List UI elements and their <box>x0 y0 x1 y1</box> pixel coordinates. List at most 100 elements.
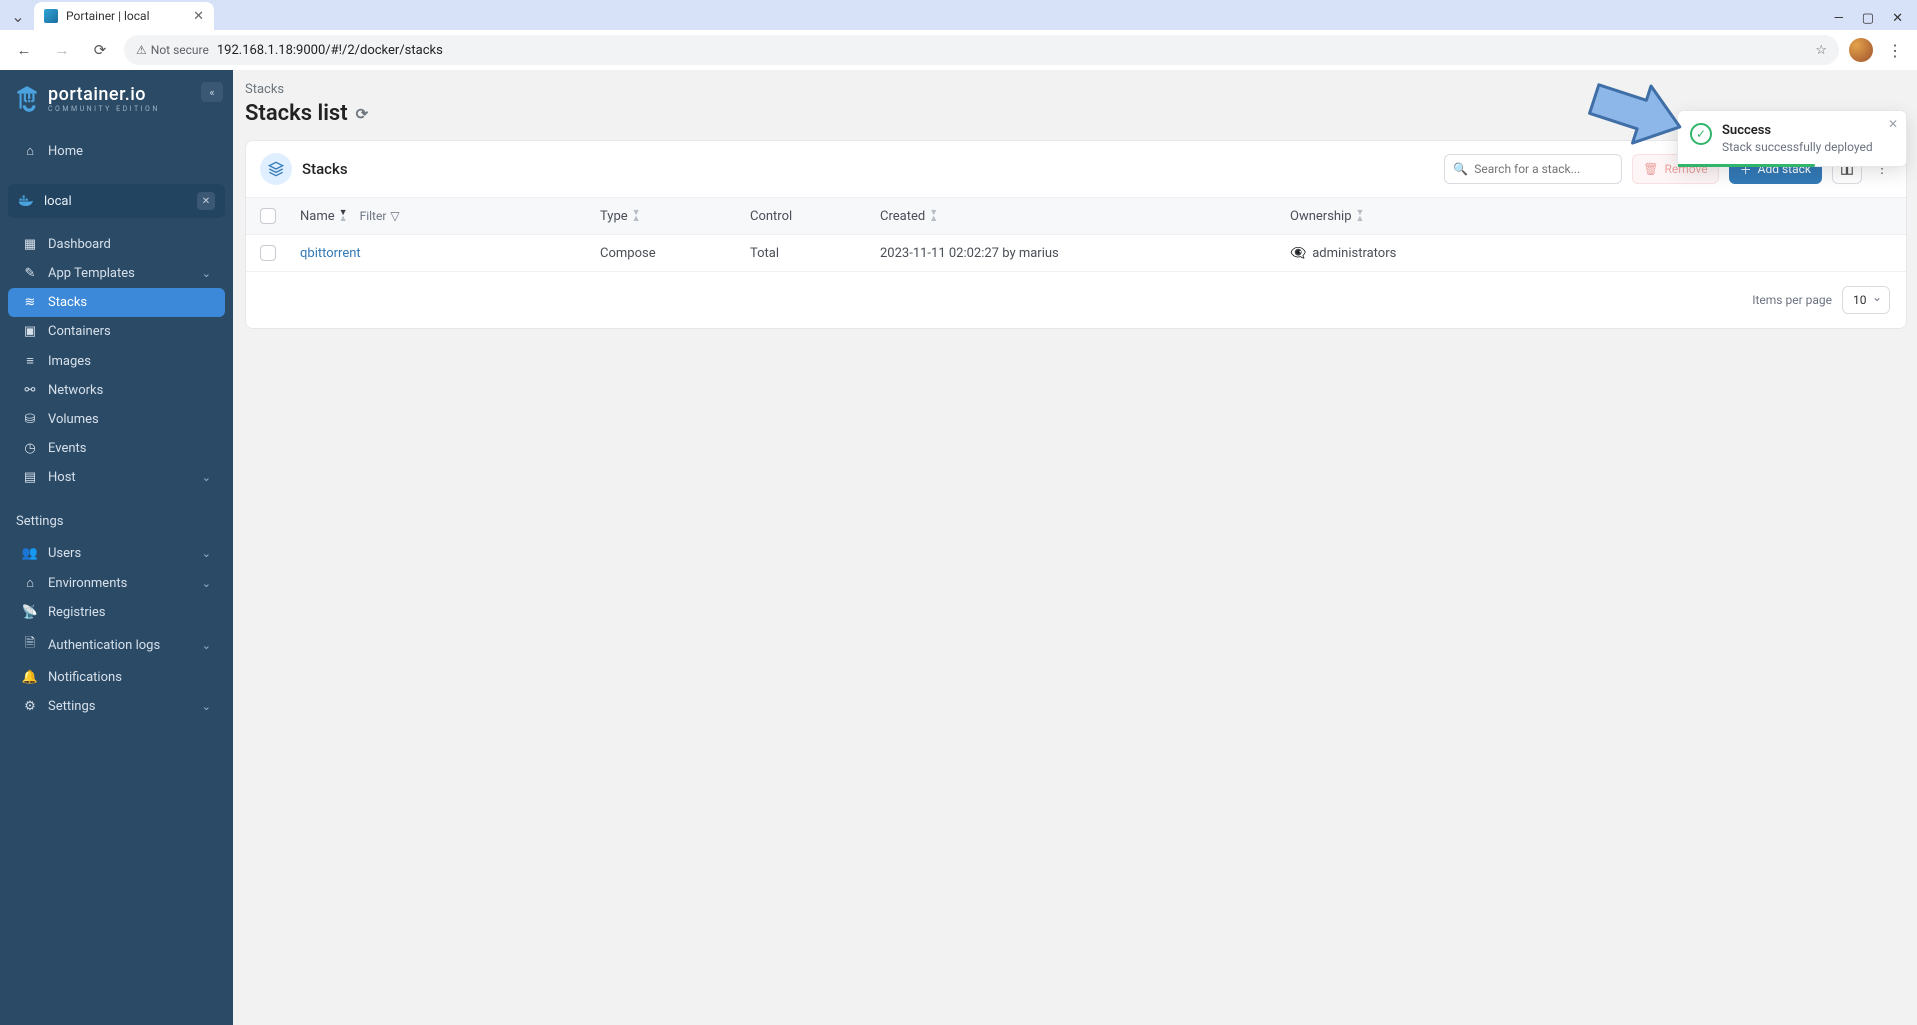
browser-toolbar: ← → ⟳ ⚠ Not secure 192.168.1.18:9000/#!/… <box>0 30 1917 70</box>
clock-icon: ◷ <box>22 441 38 456</box>
search-input-wrap[interactable]: 🔍 <box>1444 154 1622 184</box>
column-label: Created <box>880 209 925 224</box>
search-input[interactable] <box>1474 162 1613 176</box>
row-checkbox[interactable] <box>260 245 276 261</box>
column-label: Name <box>300 209 335 224</box>
app-sidebar: portainer.io COMMUNITY EDITION « ⌂ Home … <box>0 70 233 1025</box>
sidebar-item-label: Stacks <box>48 295 87 310</box>
sidebar-item-settings[interactable]: ⚙ Settings ⌄ <box>8 692 225 721</box>
ownership-text: administrators <box>1312 246 1396 261</box>
search-icon: 🔍 <box>1453 162 1468 176</box>
page-title-text: Stacks list <box>245 101 348 126</box>
window-maximize[interactable]: ▢ <box>1862 11 1874 26</box>
hdd-icon: ⌂ <box>22 575 38 591</box>
sidebar-item-label: Dashboard <box>48 237 111 252</box>
refresh-icon[interactable]: ⟳ <box>356 105 369 123</box>
sidebar-item-label: Networks <box>48 383 103 398</box>
bell-icon: 🔔 <box>22 670 38 685</box>
eye-off-icon: 👁‍🗨 <box>1290 246 1306 261</box>
sidebar-item-label: Environments <box>48 576 127 591</box>
window-minimize[interactable]: — <box>1834 11 1844 26</box>
browser-menu[interactable]: ⋮ <box>1883 41 1907 60</box>
tab-close-icon[interactable]: ✕ <box>193 9 204 24</box>
sidebar-item-events[interactable]: ◷ Events <box>8 434 225 463</box>
select-all-checkbox[interactable] <box>260 208 276 224</box>
stack-name-link[interactable]: qbittorrent <box>300 246 361 261</box>
row-ownership: 👁‍🗨 administrators <box>1290 246 1892 261</box>
server-icon: ▤ <box>22 470 38 485</box>
breadcrumb[interactable]: Stacks <box>245 82 1907 97</box>
chevron-down-icon: ⌄ <box>202 639 211 652</box>
sidebar-item-environments[interactable]: ⌂ Environments ⌄ <box>8 568 225 598</box>
toast-message: Stack successfully deployed <box>1722 140 1873 154</box>
sidebar-item-users[interactable]: 👥 Users ⌄ <box>8 539 225 568</box>
chevron-down-icon: ⌄ <box>202 267 211 280</box>
toast-title: Success <box>1722 123 1873 138</box>
sidebar-item-registries[interactable]: 📡 Registries <box>8 598 225 627</box>
funnel-icon: ▽ <box>390 209 399 223</box>
sidebar-item-networks[interactable]: ⚯ Networks <box>8 376 225 405</box>
file-icon: 🗎 <box>22 634 38 656</box>
column-ownership[interactable]: Ownership ▼▲ <box>1290 209 1892 224</box>
success-toast: ✓ Success Stack successfully deployed ✕ <box>1677 110 1907 167</box>
sidebar-item-host[interactable]: ▤ Host ⌄ <box>8 463 225 492</box>
sidebar-item-stacks[interactable]: ≋ Stacks <box>8 288 225 317</box>
stacks-panel: Stacks 🔍 🗑 Remove ＋ Add stack <box>245 140 1907 329</box>
sort-icon: ▼▲ <box>339 210 348 222</box>
row-type: Compose <box>600 246 750 261</box>
dashboard-icon: ▦ <box>22 237 38 252</box>
sidebar-item-label: Host <box>48 470 76 485</box>
window-close[interactable]: ✕ <box>1892 11 1903 26</box>
column-control[interactable]: Control <box>750 209 880 224</box>
column-created[interactable]: Created ▼▲ <box>880 209 1290 224</box>
column-type[interactable]: Type ▼▲ <box>600 209 750 224</box>
profile-avatar[interactable] <box>1849 38 1873 62</box>
sidebar-item-containers[interactable]: ▣ Containers <box>8 317 225 346</box>
sidebar-item-auth-logs[interactable]: 🗎 Authentication logs ⌄ <box>8 627 225 663</box>
nav-forward[interactable]: → <box>48 36 76 64</box>
brand-logo-icon <box>14 84 40 114</box>
check-circle-icon: ✓ <box>1690 123 1712 145</box>
sort-icon: ▼▲ <box>1356 210 1365 222</box>
sidebar-item-label: Home <box>48 144 83 159</box>
sidebar-item-app-templates[interactable]: ✎ App Templates ⌄ <box>8 259 225 288</box>
items-per-page-select[interactable]: 10 <box>1842 286 1890 314</box>
nav-back[interactable]: ← <box>10 36 38 64</box>
sidebar-heading-settings: Settings <box>0 496 233 535</box>
home-icon: ⌂ <box>22 143 38 159</box>
nav-reload[interactable]: ⟳ <box>86 36 114 64</box>
row-created: 2023-11-11 02:02:27 by marius <box>880 246 1290 261</box>
column-label: Type <box>600 209 628 224</box>
sidebar-item-label: Events <box>48 441 86 456</box>
toast-close-icon[interactable]: ✕ <box>1888 117 1898 131</box>
sort-icon: ▼▲ <box>929 210 938 222</box>
filter-chip[interactable]: Filter ▽ <box>360 209 400 223</box>
environment-close-icon[interactable]: ✕ <box>197 192 215 210</box>
security-label: Not secure <box>151 43 209 57</box>
column-name[interactable]: Name ▼▲ Filter ▽ <box>300 209 600 224</box>
panel-title: Stacks <box>302 160 348 178</box>
brand-name: portainer.io <box>48 86 160 104</box>
sidebar-item-volumes[interactable]: ⛁ Volumes <box>8 405 225 434</box>
environment-name: local <box>44 194 72 209</box>
brand[interactable]: portainer.io COMMUNITY EDITION « <box>0 70 233 132</box>
sort-icon: ▼▲ <box>632 210 641 222</box>
address-bar[interactable]: ⚠ Not secure 192.168.1.18:9000/#!/2/dock… <box>124 35 1839 65</box>
browser-tab[interactable]: Portainer | local ✕ <box>34 2 214 30</box>
sidebar-item-label: Containers <box>48 324 111 339</box>
toast-progress <box>1678 164 1815 167</box>
sidebar-collapse-button[interactable]: « <box>201 82 223 102</box>
security-indicator[interactable]: ⚠ Not secure <box>136 43 209 57</box>
panel-header: Stacks 🔍 🗑 Remove ＋ Add stack <box>246 141 1906 197</box>
tab-list-dropdown[interactable]: ⌄ <box>6 4 30 28</box>
environment-chip[interactable]: local ✕ <box>8 184 225 218</box>
sidebar-item-images[interactable]: ≡ Images <box>8 346 225 376</box>
bookmark-star-icon[interactable]: ☆ <box>1815 43 1827 58</box>
database-icon: ⛁ <box>22 412 38 427</box>
sidebar-item-notifications[interactable]: 🔔 Notifications <box>8 663 225 692</box>
column-label: Control <box>750 209 792 224</box>
row-control: Total <box>750 246 880 261</box>
sidebar-item-dashboard[interactable]: ▦ Dashboard <box>8 230 225 259</box>
layers-icon: ≋ <box>22 295 38 310</box>
sidebar-item-home[interactable]: ⌂ Home <box>8 136 225 166</box>
